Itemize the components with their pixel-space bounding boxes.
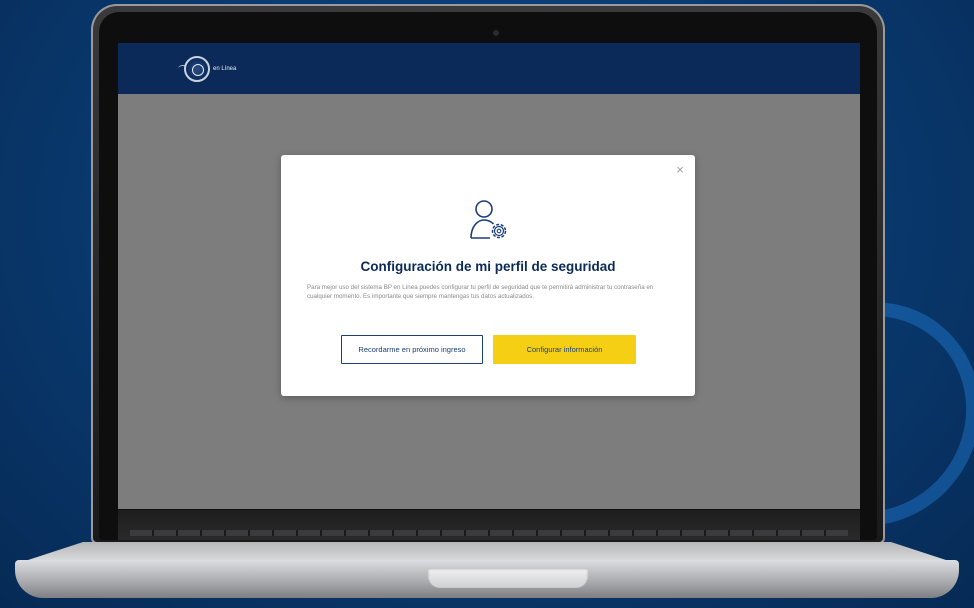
keyboard-keys [130, 530, 848, 536]
app-header: en Línea [118, 43, 860, 94]
security-profile-modal: × Configuración de mi perfil de segurida… [281, 155, 695, 396]
logo-emblem-icon [184, 56, 210, 82]
laptop-base-top [28, 542, 946, 560]
close-icon[interactable]: × [673, 163, 687, 177]
laptop-notch [428, 568, 588, 588]
camera-icon [493, 30, 499, 36]
bank-logo[interactable]: en Línea [178, 56, 237, 82]
modal-title: Configuración de mi perfil de seguridad [360, 259, 616, 274]
modal-description: Para mejor uso del sistema BP en Línea p… [307, 284, 654, 300]
configure-information-button[interactable]: Configurar información [493, 335, 636, 364]
logo-text: en Línea [213, 66, 237, 72]
remind-later-button[interactable]: Recordarme en próximo ingreso [341, 335, 483, 364]
laptop-screen: en Línea × Configuración de mi perfil de… [118, 43, 860, 509]
user-gear-icon [470, 200, 507, 239]
